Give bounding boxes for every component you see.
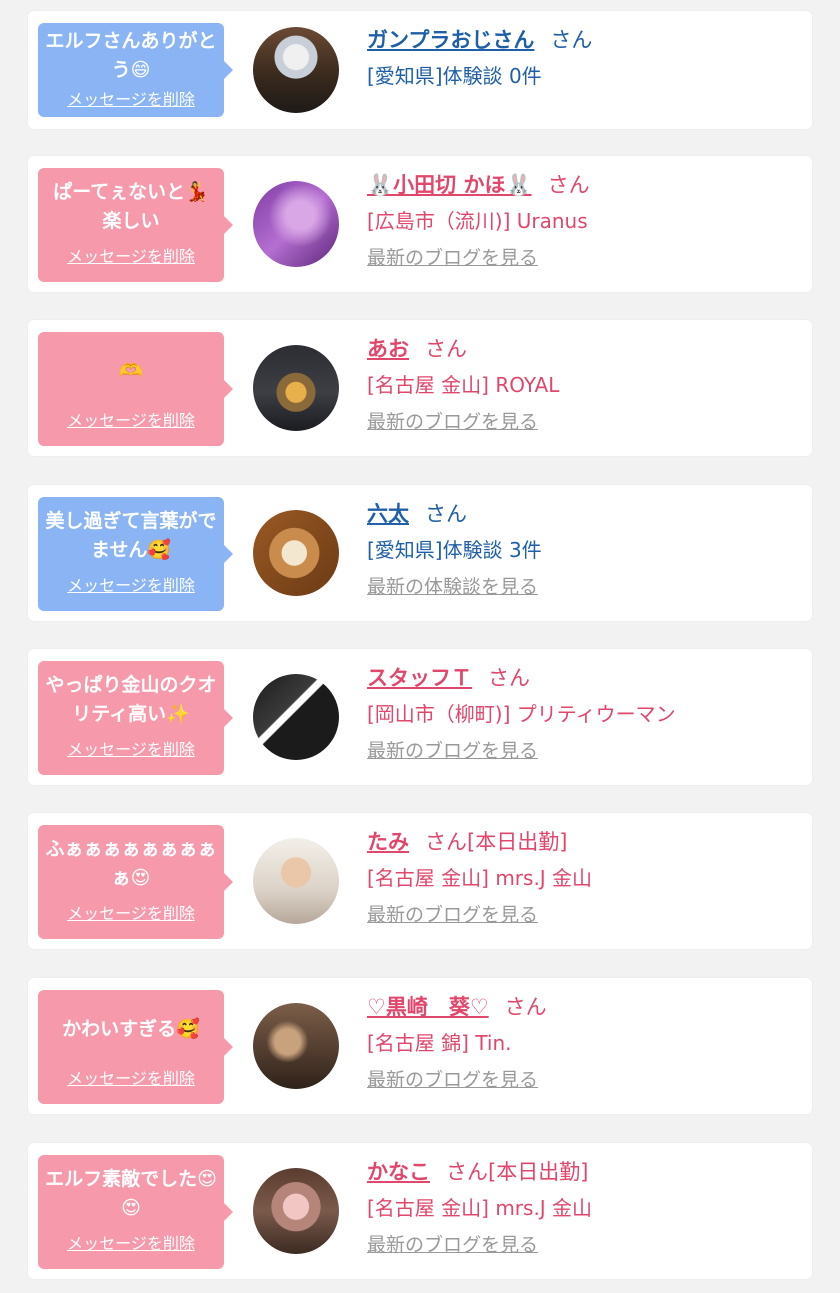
user-location: [愛知県]体験談 3件 [367,538,542,562]
honorific: さん [488,666,530,690]
message-bubble: 🫶 メッセージを削除 [38,332,233,446]
user-name-link[interactable]: 🐰小田切 かほ🐰 [367,173,532,197]
avatar[interactable] [253,181,339,267]
latest-blog-link[interactable]: 最新のブログを見る [367,1066,538,1094]
honorific: さん [504,995,547,1019]
user-location: [名古屋 錦] Tin. [367,1031,512,1055]
honorific: さん [547,173,590,197]
message-text: エルフさんありがとう😄 [45,30,217,81]
message-text: やっぱり金山のクオリティ高い✨ [45,674,217,725]
user-location: [岡山市（柳町)] プリティウーマン [367,702,676,726]
message-bubble: ぱーてぇないと💃楽しい メッセージを削除 [38,168,233,282]
honorific: さん [425,337,467,361]
latest-blog-link[interactable]: 最新のブログを見る [367,901,538,929]
delete-message-link[interactable]: メッセージを削除 [67,246,195,268]
user-location: [名古屋 金山] ROYAL [367,373,560,397]
latest-blog-link[interactable]: 最新のブログを見る [367,408,538,436]
user-name-link[interactable]: スタッフＴ [367,666,472,690]
latest-blog-link[interactable]: 最新のブログを見る [367,244,538,272]
message-text: 🫶 [119,359,143,382]
message-card: やっぱり金山のクオリティ高い✨ メッセージを削除 スタッフＴ さん [岡山市（柳町… [28,649,812,785]
message-card: かわいすぎる🥰 メッセージを削除 ♡黒崎 葵♡ さん [名古屋 錦] Tin. 最… [28,978,812,1114]
delete-message-link[interactable]: メッセージを削除 [67,89,195,111]
delete-message-link[interactable]: メッセージを削除 [67,410,195,432]
message-bubble: エルフ素敵でした😍😍 メッセージを削除 [38,1155,233,1269]
message-bubble: 美し過ぎて言葉がでません🥰 メッセージを削除 [38,497,233,611]
user-location: [名古屋 金山] mrs.J 金山 [367,866,593,890]
user-name-link[interactable]: あお [367,337,409,361]
honorific: さん[本日出勤] [446,1160,589,1184]
user-info: ♡黒崎 葵♡ さん [名古屋 錦] Tin. 最新のブログを見る [367,992,797,1094]
user-name-link[interactable]: かなこ [367,1160,430,1184]
latest-review-link[interactable]: 最新の体験談を見る [367,573,538,601]
user-name-link[interactable]: 六太 [367,502,409,526]
user-info: ガンプラおじさん さん [愛知県]体験談 0件 [367,25,797,91]
delete-message-link[interactable]: メッセージを削除 [67,1233,195,1255]
honorific: さん [425,502,467,526]
message-text: ふぁぁぁぁぁぁぁぁぁ😍 [45,838,217,889]
user-info: たみ さん[本日出勤] [名古屋 金山] mrs.J 金山 最新のブログを見る [367,827,797,929]
message-card: ぱーてぇないと💃楽しい メッセージを削除 🐰小田切 かほ🐰 さん [広島市（流川)… [28,156,812,292]
user-info: かなこ さん[本日出勤] [名古屋 金山] mrs.J 金山 最新のブログを見る [367,1157,797,1259]
user-info: スタッフＴ さん [岡山市（柳町)] プリティウーマン 最新のブログを見る [367,663,797,765]
message-text: エルフ素敵でした😍😍 [45,1168,217,1219]
avatar[interactable] [253,1168,339,1254]
honorific: さん[本日出勤] [425,830,568,854]
message-bubble: エルフさんありがとう😄 メッセージを削除 [38,23,233,117]
avatar[interactable] [253,345,339,431]
message-card: 美し過ぎて言葉がでません🥰 メッセージを削除 六太 さん [愛知県]体験談 3件 … [28,485,812,621]
delete-message-link[interactable]: メッセージを削除 [67,903,195,925]
user-name-link[interactable]: ガンプラおじさん [367,28,534,52]
delete-message-link[interactable]: メッセージを削除 [67,739,195,761]
message-card: エルフ素敵でした😍😍 メッセージを削除 かなこ さん[本日出勤] [名古屋 金山]… [28,1143,812,1279]
user-info: あお さん [名古屋 金山] ROYAL 最新のブログを見る [367,334,797,436]
avatar[interactable] [253,510,339,596]
message-card: 🫶 メッセージを削除 あお さん [名古屋 金山] ROYAL 最新のブログを見る [28,320,812,456]
user-location: [愛知県]体験談 0件 [367,64,542,88]
honorific: さん [550,28,593,52]
message-bubble: やっぱり金山のクオリティ高い✨ メッセージを削除 [38,661,233,775]
user-info: 🐰小田切 かほ🐰 さん [広島市（流川)] Uranus 最新のブログを見る [367,170,797,272]
message-bubble: ふぁぁぁぁぁぁぁぁぁ😍 メッセージを削除 [38,825,233,939]
message-card: ふぁぁぁぁぁぁぁぁぁ😍 メッセージを削除 たみ さん[本日出勤] [名古屋 金山]… [28,813,812,949]
message-text: かわいすぎる🥰 [62,1017,200,1040]
avatar[interactable] [253,674,339,760]
message-list: エルフさんありがとう😄 メッセージを削除 ガンプラおじさん さん [愛知県]体験談… [0,0,840,1293]
user-location: [名古屋 金山] mrs.J 金山 [367,1196,593,1220]
user-location: [広島市（流川)] Uranus [367,209,588,233]
avatar[interactable] [253,1003,339,1089]
message-bubble: かわいすぎる🥰 メッセージを削除 [38,990,233,1104]
delete-message-link[interactable]: メッセージを削除 [67,575,195,597]
latest-blog-link[interactable]: 最新のブログを見る [367,1231,538,1259]
message-card: エルフさんありがとう😄 メッセージを削除 ガンプラおじさん さん [愛知県]体験談… [28,11,812,129]
user-info: 六太 さん [愛知県]体験談 3件 最新の体験談を見る [367,499,797,601]
message-text: ぱーてぇないと💃楽しい [53,181,209,232]
avatar[interactable] [253,838,339,924]
user-name-link[interactable]: ♡黒崎 葵♡ [367,995,489,1019]
user-name-link[interactable]: たみ [367,830,409,854]
avatar[interactable] [253,27,339,113]
delete-message-link[interactable]: メッセージを削除 [67,1068,195,1090]
message-text: 美し過ぎて言葉がでません🥰 [45,510,217,561]
latest-blog-link[interactable]: 最新のブログを見る [367,737,538,765]
